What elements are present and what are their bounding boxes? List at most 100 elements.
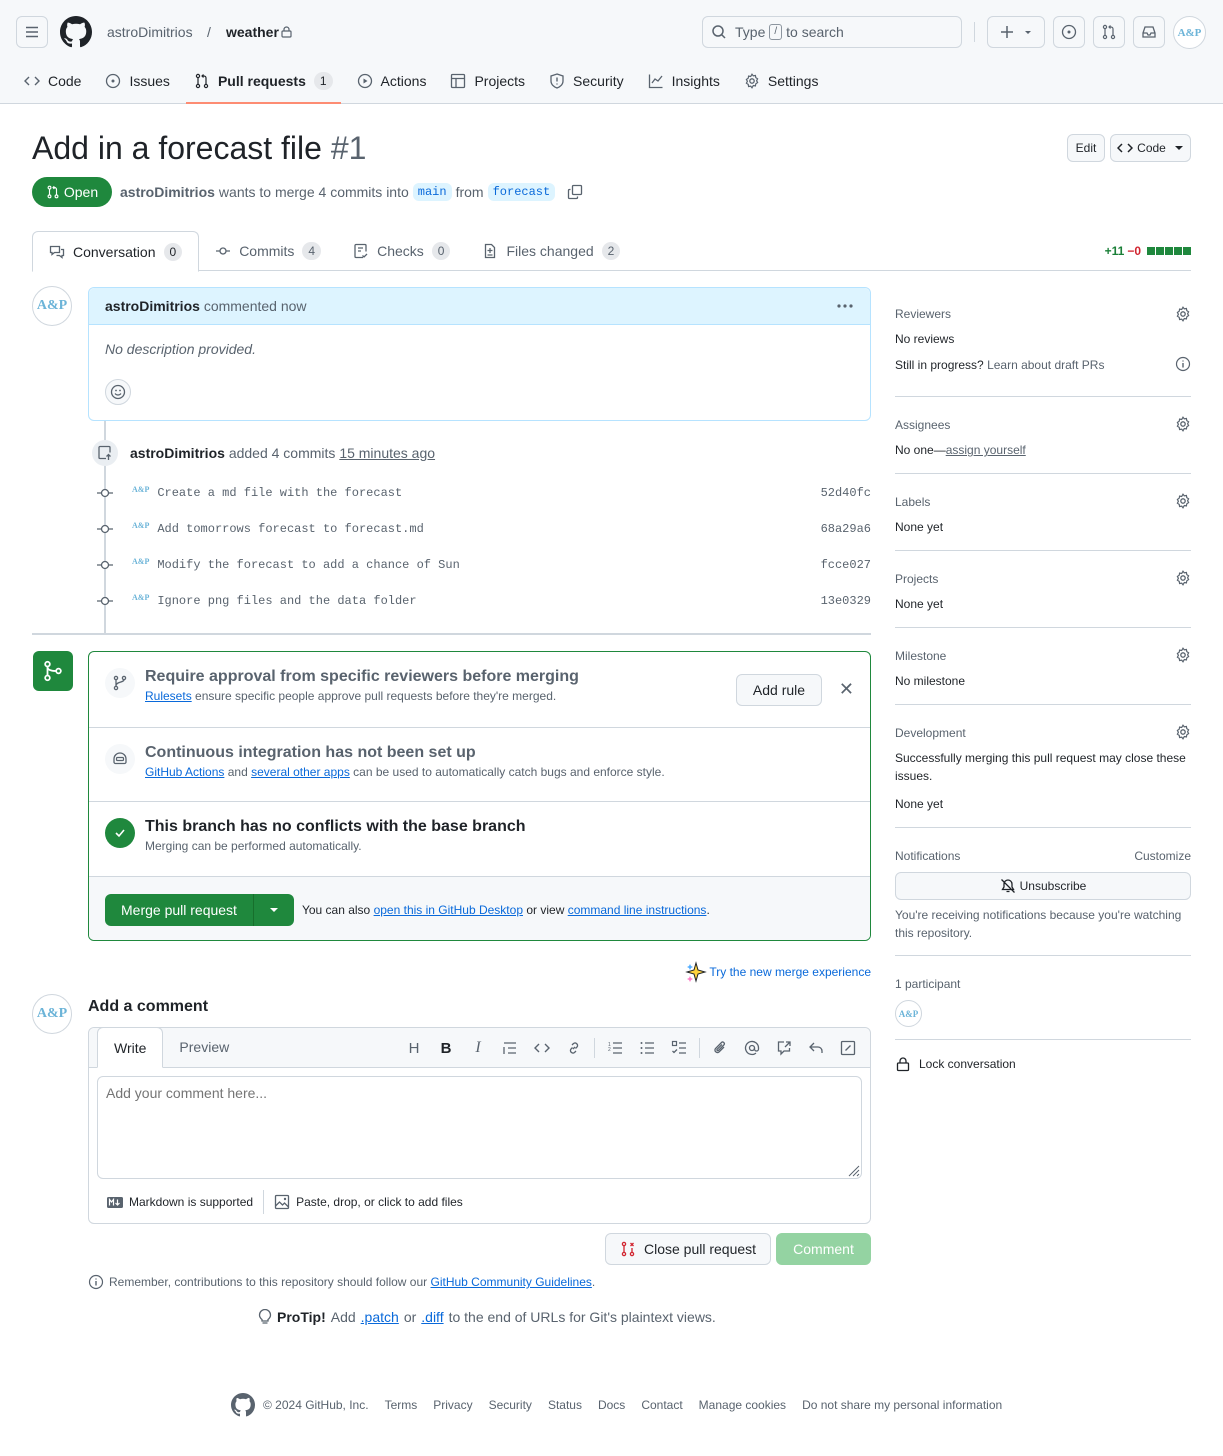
copy-icon[interactable] xyxy=(567,184,583,200)
task-list-icon[interactable] xyxy=(663,1036,695,1060)
event-author[interactable]: astroDimitrios xyxy=(130,445,225,461)
comment-submit-button[interactable]: Comment xyxy=(776,1233,871,1265)
kebab-menu-icon[interactable] xyxy=(836,303,854,309)
code-icon[interactable] xyxy=(526,1036,558,1060)
breadcrumb-repo[interactable]: weather xyxy=(226,24,279,40)
unordered-list-icon[interactable] xyxy=(631,1036,663,1060)
commit-sha[interactable]: 68a29a6 xyxy=(821,522,871,536)
search-input[interactable]: Type / to search xyxy=(702,16,962,48)
rulesets-link[interactable]: Rulesets xyxy=(145,689,192,703)
edit-title-button[interactable]: Edit xyxy=(1067,134,1105,162)
nav-code[interactable]: Code xyxy=(16,64,89,98)
footer-link-contact[interactable]: Contact xyxy=(641,1398,682,1412)
patch-link[interactable]: .patch xyxy=(361,1309,399,1325)
gear-icon[interactable] xyxy=(1175,570,1191,586)
paperclip-icon[interactable] xyxy=(704,1036,736,1060)
resize-handle-icon[interactable] xyxy=(848,1165,860,1177)
github-mark-icon[interactable] xyxy=(231,1393,255,1417)
commit-message[interactable]: Create a md file with the forecast xyxy=(157,486,402,500)
commit-message[interactable]: Ignore png files and the data folder xyxy=(157,594,416,608)
github-logo[interactable] xyxy=(60,16,92,48)
tab-files-changed[interactable]: Files changed 2 xyxy=(466,231,636,271)
draft-prs-link[interactable]: Learn about draft PRs xyxy=(987,358,1104,372)
dismiss-icon[interactable]: ✕ xyxy=(839,680,854,698)
reviewers-title[interactable]: Reviewers xyxy=(895,307,951,321)
assign-yourself-link[interactable]: assign yourself xyxy=(946,443,1026,457)
gear-icon[interactable] xyxy=(1175,306,1191,322)
footer-link-manage-cookies[interactable]: Manage cookies xyxy=(699,1398,786,1412)
code-dropdown-button[interactable]: Code xyxy=(1110,134,1191,162)
inbox-button[interactable] xyxy=(1133,16,1165,48)
gear-icon[interactable] xyxy=(1175,493,1191,509)
gear-icon[interactable] xyxy=(1175,416,1191,432)
comment-author-avatar[interactable]: A&P xyxy=(32,286,72,326)
ordered-list-icon[interactable]: 12 xyxy=(599,1036,631,1060)
tab-commits[interactable]: Commits 4 xyxy=(199,231,337,271)
comment-author[interactable]: astroDimitrios xyxy=(105,298,200,314)
commit-sha[interactable]: 13e0329 xyxy=(821,594,871,608)
commit-sha[interactable]: 52d40fc xyxy=(821,486,871,500)
add-reaction-button[interactable] xyxy=(105,379,131,405)
commit-author-avatar[interactable]: A&P xyxy=(132,557,149,566)
github-actions-link[interactable]: GitHub Actions xyxy=(145,765,224,779)
customize-link[interactable]: Customize xyxy=(1134,849,1191,863)
unsubscribe-button[interactable]: Unsubscribe xyxy=(895,872,1191,900)
write-tab[interactable]: Write xyxy=(97,1027,164,1068)
diff-link[interactable]: .diff xyxy=(421,1309,443,1325)
preview-tab[interactable]: Preview xyxy=(163,1027,245,1067)
mention-icon[interactable] xyxy=(736,1036,768,1060)
nav-security[interactable]: Security xyxy=(541,64,632,98)
lock-conversation-button[interactable]: Lock conversation xyxy=(895,1040,1191,1072)
merge-pull-request-button[interactable]: Merge pull request xyxy=(105,893,254,926)
footer-link-do-not-share[interactable]: Do not share my personal information xyxy=(802,1398,1002,1412)
tab-conversation[interactable]: Conversation 0 xyxy=(32,231,200,272)
composer-avatar[interactable]: A&P xyxy=(32,994,72,1034)
tab-checks[interactable]: Checks 0 xyxy=(337,231,466,271)
participant-avatar[interactable]: A&P xyxy=(895,1000,922,1027)
milestone-title[interactable]: Milestone xyxy=(895,649,946,663)
footer-link-terms[interactable]: Terms xyxy=(385,1398,418,1412)
close-pull-request-button[interactable]: Close pull request xyxy=(605,1233,771,1265)
base-branch[interactable]: main xyxy=(412,183,452,201)
footer-link-status[interactable]: Status xyxy=(548,1398,582,1412)
gear-icon[interactable] xyxy=(1175,647,1191,663)
reply-icon[interactable] xyxy=(800,1036,832,1060)
nav-insights[interactable]: Insights xyxy=(640,64,728,98)
link-icon[interactable] xyxy=(558,1036,590,1060)
footer-link-privacy[interactable]: Privacy xyxy=(433,1398,472,1412)
footer-link-docs[interactable]: Docs xyxy=(598,1398,625,1412)
gear-icon[interactable] xyxy=(1175,724,1191,740)
menu-button[interactable] xyxy=(16,16,48,48)
bold-icon[interactable]: B xyxy=(430,1036,462,1060)
assignees-title[interactable]: Assignees xyxy=(895,418,950,432)
other-apps-link[interactable]: several other apps xyxy=(251,765,350,779)
comment-textarea[interactable] xyxy=(97,1076,862,1179)
command-line-link[interactable]: command line instructions xyxy=(568,903,707,917)
slash-command-icon[interactable] xyxy=(832,1036,864,1060)
info-icon[interactable] xyxy=(1175,356,1191,372)
community-guidelines-link[interactable]: GitHub Community Guidelines xyxy=(431,1275,592,1289)
create-new-button[interactable] xyxy=(987,16,1045,48)
attach-files-button[interactable]: Paste, drop, or click to add files xyxy=(264,1194,473,1210)
nav-actions[interactable]: Actions xyxy=(349,64,435,98)
pr-author-link[interactable]: astroDimitrios xyxy=(120,184,215,200)
issues-button[interactable] xyxy=(1053,16,1085,48)
event-time[interactable]: 15 minutes ago xyxy=(339,445,435,461)
pull-requests-button[interactable] xyxy=(1093,16,1125,48)
nav-pull-requests[interactable]: Pull requests 1 xyxy=(185,64,341,104)
development-title[interactable]: Development xyxy=(895,726,966,740)
commit-message[interactable]: Modify the forecast to add a chance of S… xyxy=(157,558,459,572)
nav-settings[interactable]: Settings xyxy=(736,64,827,98)
heading-icon[interactable]: H xyxy=(398,1036,430,1060)
nav-issues[interactable]: Issues xyxy=(97,64,177,98)
github-desktop-link[interactable]: open this in GitHub Desktop xyxy=(374,903,523,917)
add-rule-button[interactable]: Add rule xyxy=(736,674,822,706)
labels-title[interactable]: Labels xyxy=(895,495,930,509)
merge-method-dropdown[interactable] xyxy=(254,894,294,926)
quote-icon[interactable] xyxy=(494,1036,526,1060)
try-new-merge-link[interactable]: Try the new merge experience xyxy=(685,961,871,983)
commit-message[interactable]: Add tomorrows forecast to forecast.md xyxy=(157,522,423,536)
nav-projects[interactable]: Projects xyxy=(442,64,533,98)
commit-author-avatar[interactable]: A&P xyxy=(132,593,149,602)
footer-link-security[interactable]: Security xyxy=(489,1398,532,1412)
